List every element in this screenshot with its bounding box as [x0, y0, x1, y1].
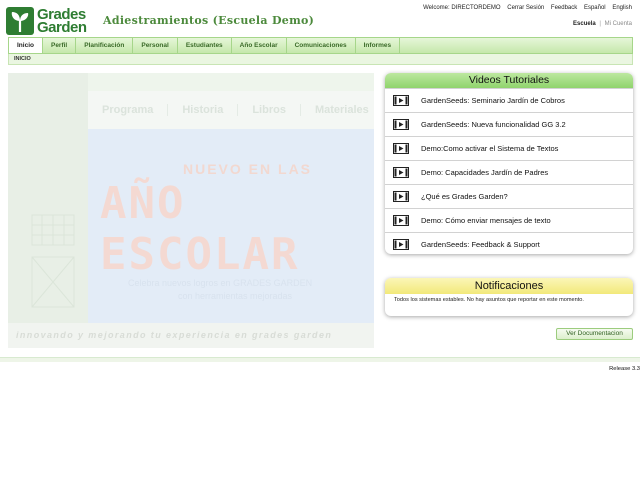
language-en-link[interactable]: English — [612, 5, 632, 11]
banner-tab: Programa — [88, 104, 169, 116]
film-icon — [393, 143, 411, 154]
video-item[interactable]: Demo: Cómo enviar mensajes de texto — [385, 208, 633, 232]
school-title: Adiestramientos (Escuela Demo) — [103, 14, 315, 27]
release-version: Release 3.3 — [609, 366, 640, 372]
language-es-link[interactable]: Español — [584, 5, 606, 11]
feedback-link[interactable]: Feedback — [551, 5, 577, 11]
nav-tab-planificacion[interactable]: Planificación — [76, 38, 134, 53]
top-links: Welcome: DIRECTORDEMO Cerrar Sesión Feed… — [418, 5, 632, 11]
banner-text-line-2: con herramientas mejoradas — [178, 291, 293, 301]
nav-tab-informes[interactable]: Informes — [356, 38, 401, 53]
sprout-icon — [6, 7, 34, 35]
nav-tab-inicio[interactable]: Inicio — [9, 38, 43, 53]
banner-tab: Libros — [238, 104, 301, 116]
video-item-label: GardenSeeds: Nueva funcionalidad GG 3.2 — [421, 120, 566, 129]
video-item[interactable]: ¿Qué es Grades Garden? — [385, 184, 633, 208]
video-item-label: GardenSeeds: Seminario Jardín de Cobros — [421, 96, 565, 105]
nav-tab-perfil[interactable]: Perfil — [43, 38, 77, 53]
film-icon — [393, 215, 411, 226]
film-icon — [393, 191, 411, 202]
logo-line-2: Garden — [37, 19, 87, 36]
view-documentation-button[interactable]: Ver Documentacion — [556, 328, 633, 340]
footer-divider — [0, 357, 640, 362]
video-item-label: Demo:Como activar el Sistema de Textos — [421, 144, 559, 153]
banner-tab: Historia — [168, 104, 239, 116]
video-item-label: ¿Qué es Grades Garden? — [421, 192, 508, 201]
nav-tab-personal[interactable]: Personal — [133, 38, 178, 53]
logo-text: Grades Garden — [37, 7, 87, 36]
video-item[interactable]: GardenSeeds: Nueva funcionalidad GG 3.2 — [385, 112, 633, 136]
video-item[interactable]: GardenSeeds: Seminario Jardín de Cobros — [385, 88, 633, 112]
nav-tab-ano-escolar[interactable]: Año Escolar — [232, 38, 287, 53]
film-icon — [393, 167, 411, 178]
video-tutorials-panel: Videos Tutoriales GardenSeeds: Seminario… — [385, 73, 633, 254]
grades-garden-logo[interactable]: Grades Garden — [6, 6, 94, 36]
logout-link[interactable]: Cerrar Sesión — [507, 5, 544, 11]
notifications-title: Notificaciones — [385, 278, 633, 294]
banner-footer-tagline: innovando y mejorando tu experiencia en … — [8, 323, 374, 348]
banner-subtitle: NUEVO EN LAS — [183, 161, 313, 177]
account-my-link[interactable]: Mi Cuenta — [605, 21, 632, 27]
breadcrumb: INICIO — [8, 54, 633, 65]
banner-tab: Materiales — [301, 104, 374, 116]
video-item-label: GardenSeeds: Feedback & Support — [421, 240, 540, 249]
banner-tabs: Programa Historia Libros Materiales — [88, 91, 374, 129]
banner-text-line-1: Celebra nuevos logros en GRADES GARDEN — [128, 278, 313, 288]
video-item[interactable]: Demo: Capacidades Jardín de Padres — [385, 160, 633, 184]
notification-message: Todos los sistemas estables. No hay asun… — [394, 297, 584, 303]
video-item-label: Demo: Capacidades Jardín de Padres — [421, 168, 549, 177]
calendar-grid-icon — [31, 214, 75, 308]
account-school-link[interactable]: Escuela — [573, 21, 596, 27]
nav-tab-estudiantes[interactable]: Estudiantes — [178, 38, 232, 53]
banner-title: AÑO ESCOLAR — [100, 178, 300, 280]
nav-tab-comunicaciones[interactable]: Comunicaciones — [287, 38, 356, 53]
notifications-panel: Notificaciones Todos los sistemas establ… — [385, 278, 633, 316]
account-switcher: Escuela | Mi Cuenta — [573, 21, 632, 27]
welcome-text: Welcome: DIRECTORDEMO — [423, 5, 501, 11]
video-item-label: Demo: Cómo enviar mensajes de texto — [421, 216, 551, 225]
main-nav: Inicio Perfil Planificación Personal Est… — [8, 37, 633, 54]
app-root: Grades Garden Adiestramientos (Escuela D… — [0, 0, 640, 480]
film-icon — [393, 95, 411, 106]
video-tutorials-title: Videos Tutoriales — [385, 73, 633, 88]
promo-banner: Programa Historia Libros Materiales NUEV… — [8, 73, 374, 348]
account-separator: | — [599, 21, 601, 27]
film-icon — [393, 239, 411, 250]
video-item[interactable]: Demo:Como activar el Sistema de Textos — [385, 136, 633, 160]
film-icon — [393, 119, 411, 130]
video-item[interactable]: GardenSeeds: Feedback & Support — [385, 232, 633, 254]
